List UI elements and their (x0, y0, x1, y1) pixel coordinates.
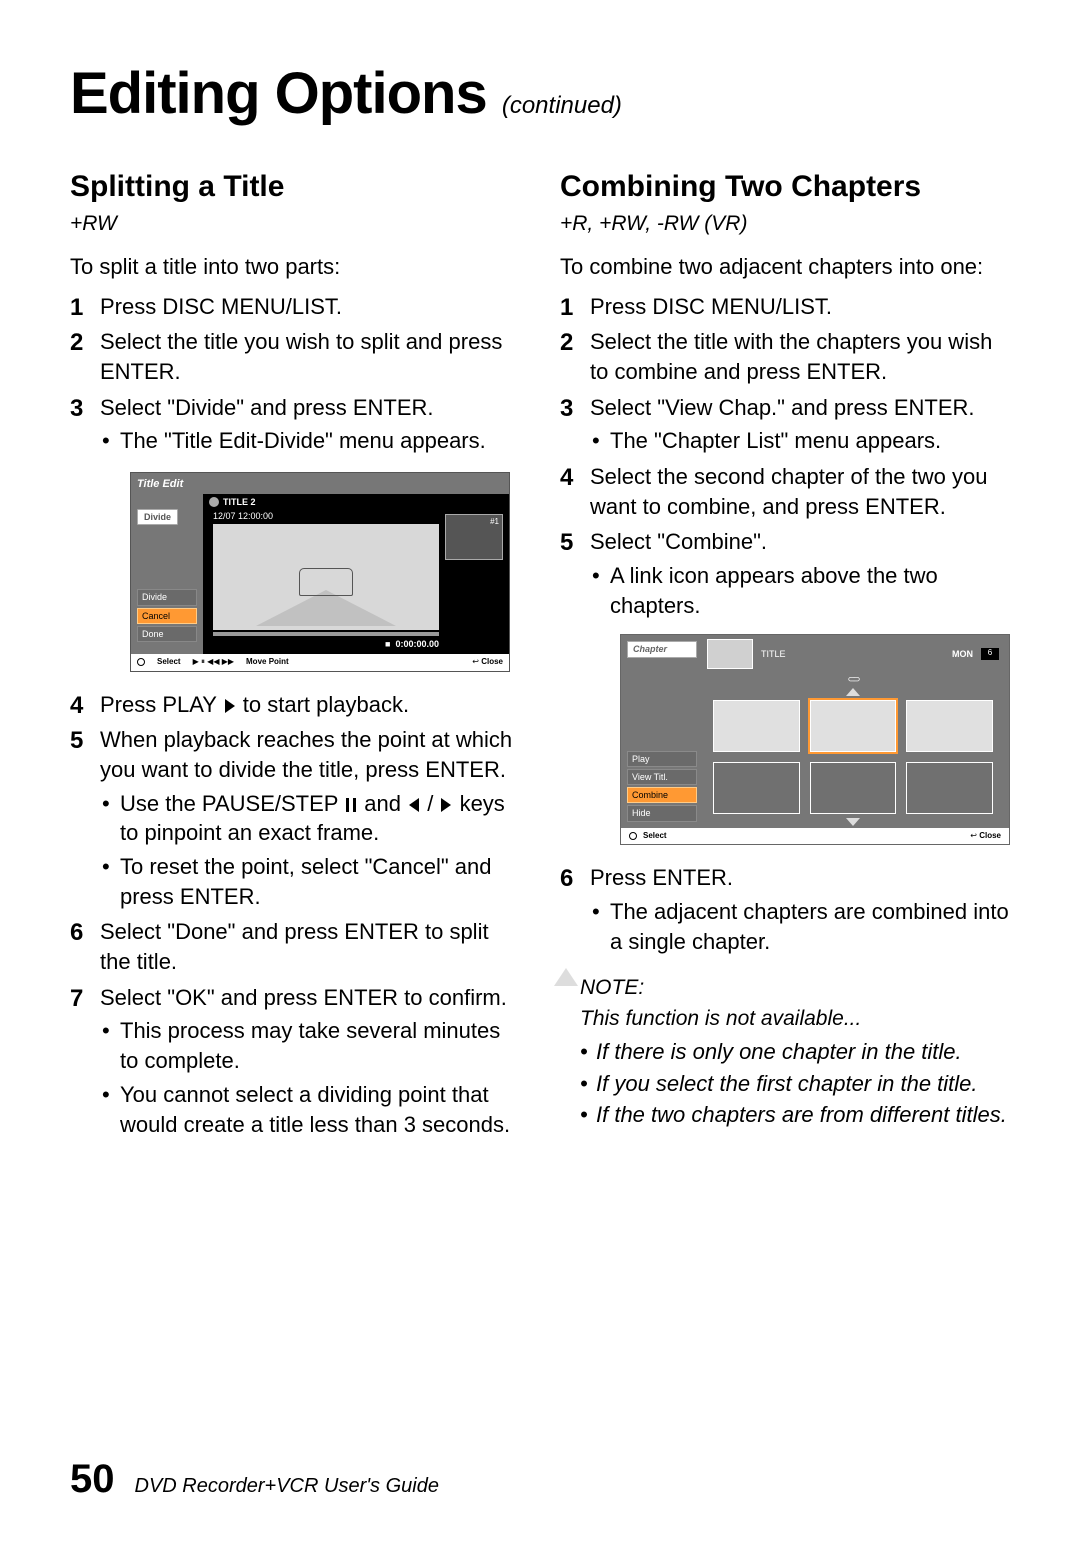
screenshot-bottom-bar: Select ▶ ⏸ ◀◀ ▶▶ Move Point ↩ Close (131, 654, 509, 671)
two-column-layout: Splitting a Title +RW To split a title i… (70, 167, 1010, 1145)
arrow-down-icon (846, 818, 860, 826)
play-icon (225, 699, 235, 713)
chapter-grid (707, 698, 999, 816)
top-num: 6 (981, 648, 999, 660)
c-step-1: Press DISC MENU/LIST. (560, 292, 1010, 322)
title-text: Editing Options (70, 61, 487, 126)
title-continued: (continued) (502, 92, 622, 119)
note-list: If there is only one chapter in the titl… (560, 1037, 1010, 1130)
c-step-2: Select the title with the chapters you w… (560, 327, 1010, 386)
splitting-title-heading: Splitting a Title (70, 167, 520, 208)
thumbnail-1 (445, 514, 503, 560)
bot-close: Close (481, 657, 503, 666)
step-5-sub1: Use the PAUSE/STEP and / keys to pinpoin… (120, 789, 520, 848)
top-title-label: TITLE (761, 648, 786, 660)
note-li3: If the two chapters are from different t… (596, 1100, 1010, 1130)
menu-viewtitle: View Titl. (627, 769, 697, 785)
step-6: Select "Done" and press ENTER to split t… (70, 917, 520, 976)
select-dot-icon (629, 832, 637, 840)
video-preview (213, 524, 439, 630)
chapter-cell-1 (713, 700, 800, 752)
splitting-formats: +RW (70, 210, 520, 238)
combining-chapters-heading: Combining Two Chapters (560, 167, 1010, 208)
step-7-sub2: You cannot select a dividing point that … (120, 1080, 520, 1139)
menu-cancel: Cancel (137, 608, 197, 624)
bot-movepoint: Move Point (246, 657, 289, 668)
note-body: This function is not available... (580, 1005, 1010, 1033)
bot2-select: Select (643, 831, 667, 842)
c-step-6: Press ENTER. The adjacent chapters are c… (560, 863, 1010, 956)
step-7: Select "OK" and press ENTER to confirm. … (70, 983, 520, 1139)
title-edit-divide-screenshot: Title Edit Divide Divide Cancel Done (130, 472, 510, 672)
c-step-6-sub: The adjacent chapters are combined into … (610, 897, 1010, 956)
note-li2: If you select the first chapter in the t… (596, 1069, 1010, 1099)
chapter-list-screenshot: Chapter Play View Titl. Combine Hide TIT… (620, 634, 1010, 845)
chain-icon: ⊂⊃ (847, 674, 858, 684)
left-column: Splitting a Title +RW To split a title i… (70, 167, 520, 1145)
page-number: 50 (70, 1457, 115, 1502)
select-dot-icon (137, 658, 145, 666)
menu-done: Done (137, 626, 197, 642)
chapter-tab: Chapter (627, 641, 697, 657)
step-5-sub2: To reset the point, select "Cancel" and … (120, 852, 520, 911)
note-li1: If there is only one chapter in the titl… (596, 1037, 1010, 1067)
combining-intro: To combine two adjacent chapters into on… (560, 252, 1010, 282)
timecode: 0:00:00.00 (395, 639, 439, 649)
chapter-cell-3 (906, 700, 993, 752)
step-7-sub1: This process may take several minutes to… (120, 1016, 520, 1075)
arrow-up-icon (846, 688, 860, 696)
c-step-5: Select "Combine". A link icon appears ab… (560, 527, 1010, 845)
link-indicator: ⊂⊃ (707, 673, 999, 685)
menu-divide: Divide (137, 589, 197, 605)
footer-text: DVD Recorder+VCR User's Guide (135, 1475, 439, 1498)
disc-icon (209, 497, 219, 507)
top-mon: Mon (952, 648, 973, 660)
menu-hide: Hide (627, 805, 697, 821)
step-4: Press PLAY to start playback. (70, 690, 520, 720)
chapter-cell-6 (906, 762, 993, 814)
right-arrow-icon (441, 798, 451, 812)
chapter-cell-4 (713, 762, 800, 814)
datetime: 12/07 12:00:00 (213, 510, 273, 522)
bot-select: Select (157, 657, 181, 668)
page-title: Editing Options (continued) (70, 60, 1010, 127)
screenshot-titlebar: Title Edit (131, 473, 509, 494)
step-1: Press DISC MENU/LIST. (70, 292, 520, 322)
step-3-sub: The "Title Edit-Divide" menu appears. (120, 426, 520, 456)
chapter-cell-2 (810, 700, 897, 752)
bot2-close: Close (979, 831, 1001, 840)
splitting-steps: Press DISC MENU/LIST. Select the title y… (70, 292, 520, 1140)
step-2: Select the title you wish to split and p… (70, 327, 520, 386)
combining-steps: Press DISC MENU/LIST. Select the title w… (560, 292, 1010, 957)
note-head: NOTE: (580, 974, 1010, 1002)
note-arrow-icon (554, 968, 578, 986)
combining-formats: +R, +RW, -RW (VR) (560, 210, 1010, 238)
title-label: TITLE 2 (223, 496, 256, 508)
pause-icon (346, 798, 356, 812)
screenshot2-bottom-bar: Select ↩ Close (621, 828, 1009, 845)
left-arrow-icon (409, 798, 419, 812)
right-column: Combining Two Chapters +R, +RW, -RW (VR)… (560, 167, 1010, 1145)
step-5: When playback reaches the point at which… (70, 725, 520, 911)
divide-tab: Divide (137, 509, 178, 525)
menu-play: Play (627, 751, 697, 767)
chapter-cell-5 (810, 762, 897, 814)
title-thumb (707, 639, 753, 669)
menu-combine: Combine (627, 787, 697, 803)
c-step-4: Select the second chapter of the two you… (560, 462, 1010, 521)
step-3: Select "Divide" and press ENTER. The "Ti… (70, 393, 520, 672)
page-footer: 50 DVD Recorder+VCR User's Guide (70, 1457, 439, 1502)
c-step-3-sub: The "Chapter List" menu appears. (610, 426, 1010, 456)
progress-bar (213, 632, 439, 636)
splitting-intro: To split a title into two parts: (70, 252, 520, 282)
c-step-3: Select "View Chap." and press ENTER. The… (560, 393, 1010, 456)
c-step-5-sub: A link icon appears above the two chapte… (610, 561, 1010, 620)
note-block: NOTE: This function is not available... … (560, 974, 1010, 1130)
